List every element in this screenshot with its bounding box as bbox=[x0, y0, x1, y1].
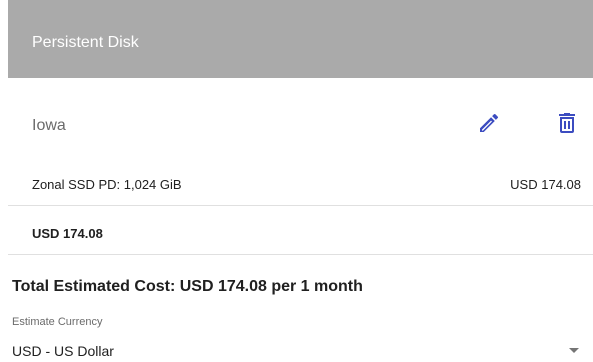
currency-selected-value: USD - US Dollar bbox=[12, 343, 114, 359]
line-item-label: Zonal SSD PD: 1,024 GiB bbox=[32, 177, 182, 192]
delete-button[interactable] bbox=[552, 108, 582, 138]
line-item-price: USD 174.08 bbox=[510, 177, 581, 192]
line-item: Zonal SSD PD: 1,024 GiB USD 174.08 bbox=[8, 168, 593, 206]
currency-label: Estimate Currency bbox=[12, 316, 103, 328]
estimate-panel: Persistent Disk Iowa Zonal SSD PD: 1,024… bbox=[0, 0, 593, 362]
card-header: Persistent Disk bbox=[8, 0, 593, 78]
card-title: Persistent Disk bbox=[32, 34, 139, 51]
trash-icon bbox=[559, 113, 575, 133]
pencil-icon bbox=[480, 113, 499, 132]
region-row: Iowa bbox=[8, 96, 593, 152]
subtotal-value: USD 174.08 bbox=[32, 226, 103, 241]
subtotal-row: USD 174.08 bbox=[8, 207, 593, 255]
dropdown-arrow-icon bbox=[569, 348, 579, 353]
region-label: Iowa bbox=[32, 117, 66, 134]
total-estimated-cost: Total Estimated Cost: USD 174.08 per 1 m… bbox=[12, 278, 363, 295]
currency-select[interactable]: USD - US Dollar bbox=[12, 338, 583, 362]
edit-button[interactable] bbox=[474, 108, 504, 138]
